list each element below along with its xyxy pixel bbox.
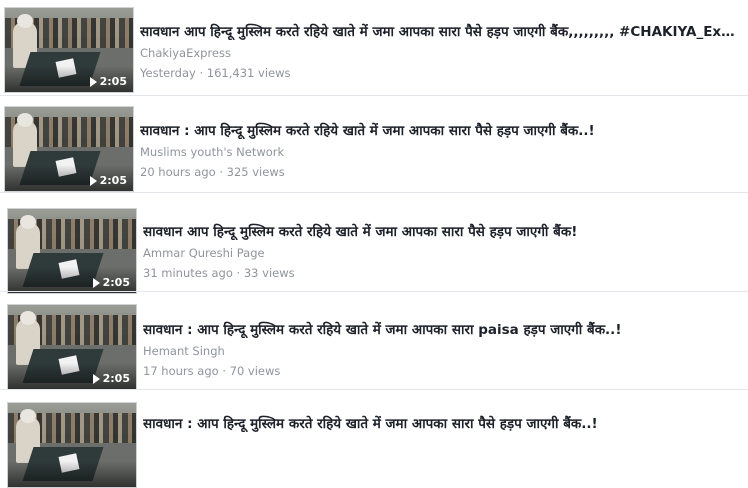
video-info: 20 hours ago · 325 views — [140, 165, 285, 179]
view-count: 325 views — [226, 165, 285, 179]
post-time: 31 minutes ago — [143, 266, 233, 280]
video-thumbnail[interactable]: 2:05 — [7, 208, 137, 294]
video-title[interactable]: सावधान : आप हिन्दू मुस्लिम करते रहिये खा… — [143, 414, 743, 432]
channel-name[interactable]: ChakiyaExpress — [140, 46, 740, 60]
channel-name[interactable]: Hemant Singh — [143, 344, 743, 358]
video-info: 31 minutes ago · 33 views — [143, 266, 295, 280]
post-time: Yesterday — [140, 66, 196, 80]
video-results-list: 2:05 सावधान आप हिन्दू मुस्लिम करते रहिये… — [0, 0, 748, 488]
video-duration: 2:05 — [92, 372, 130, 385]
play-icon — [89, 175, 97, 186]
video-title[interactable]: सावधान आप हिन्दू मुस्लिम करते रहिये खाते… — [140, 22, 740, 40]
video-info: Yesterday · 161,431 views — [140, 66, 291, 80]
divider — [0, 291, 748, 292]
divider — [0, 192, 748, 193]
video-duration: 2:05 — [92, 276, 130, 289]
post-time: 17 hours ago — [143, 364, 219, 378]
play-icon — [92, 277, 100, 288]
video-title[interactable]: सावधान आप हिन्दू मुस्लिम करते रहिये खाते… — [143, 222, 743, 240]
video-thumbnail[interactable]: 2:05 — [4, 106, 134, 192]
video-thumbnail[interactable]: 2:05 — [7, 304, 137, 390]
video-result-row[interactable]: सावधान : आप हिन्दू मुस्लिम करते रहिये खा… — [0, 392, 748, 488]
video-title[interactable]: सावधान : आप हिन्दू मुस्लिम करते रहिये खा… — [140, 121, 740, 139]
divider — [0, 95, 748, 96]
video-duration: 2:05 — [89, 174, 127, 187]
channel-name[interactable]: Muslims youth's Network — [140, 145, 740, 159]
play-icon — [89, 76, 97, 87]
video-thumbnail[interactable] — [7, 402, 137, 488]
view-count: 70 views — [229, 364, 281, 378]
video-result-row[interactable]: 2:05 सावधान : आप हिन्दू मुस्लिम करते रहि… — [0, 97, 748, 193]
divider — [0, 389, 748, 390]
play-icon — [92, 373, 100, 384]
view-count: 33 views — [243, 266, 295, 280]
video-thumbnail[interactable]: 2:05 — [4, 7, 134, 93]
view-count: 161,431 views — [206, 66, 291, 80]
video-result-row[interactable]: 2:05 सावधान आप हिन्दू मुस्लिम करते रहिये… — [0, 196, 748, 294]
video-result-row[interactable]: 2:05 सावधान आप हिन्दू मुस्लिम करते रहिये… — [0, 0, 748, 96]
video-info: 17 hours ago · 70 views — [143, 364, 281, 378]
video-duration: 2:05 — [89, 75, 127, 88]
video-title[interactable]: सावधान : आप हिन्दू मुस्लिम करते रहिये खा… — [143, 320, 743, 338]
channel-name[interactable]: Ammar Qureshi Page — [143, 246, 743, 260]
post-time: 20 hours ago — [140, 165, 216, 179]
video-result-row[interactable]: 2:05 सावधान : आप हिन्दू मुस्लिम करते रहि… — [0, 294, 748, 390]
